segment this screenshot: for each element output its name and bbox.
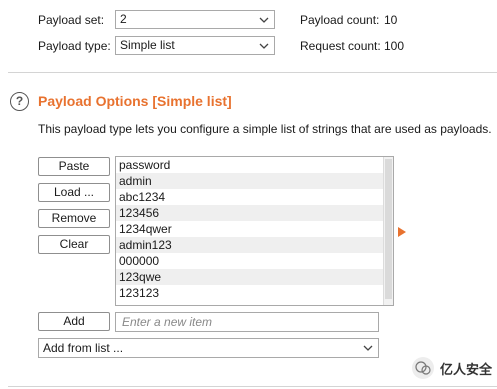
payload-list-rows: password admin abc1234 123456 1234qwer admin1… — [116, 157, 393, 301]
payload-type-label: Payload type: — [38, 39, 111, 53]
payload-set-value: 2 — [120, 12, 127, 26]
add-button[interactable]: Add — [38, 312, 110, 331]
payload-list[interactable]: password admin abc1234 123456 1234qwer admin1… — [115, 156, 394, 306]
section-title: Payload Options [Simple list] — [38, 93, 232, 109]
list-item[interactable]: 000000 — [116, 253, 393, 269]
list-item[interactable]: 1234qwer — [116, 221, 393, 237]
watermark-text: 亿人安全 — [440, 362, 493, 378]
list-item[interactable]: password — [116, 157, 393, 173]
payload-type-select[interactable]: Simple list — [115, 36, 275, 55]
payload-set-label: Payload set: — [38, 13, 105, 27]
add-from-list-value: Add from list ... — [43, 341, 124, 355]
chevron-down-icon — [259, 17, 269, 23]
section-divider — [8, 72, 497, 73]
request-count-value: 100 — [384, 39, 405, 53]
payload-type-value: Simple list — [120, 38, 175, 52]
remove-button[interactable]: Remove — [38, 209, 110, 228]
request-count-label: Request count: — [300, 39, 381, 53]
wechat-logo-icon — [412, 357, 434, 379]
watermark: 亿人安全 — [412, 357, 492, 379]
payload-count-label: Payload count: — [300, 13, 380, 27]
section-description: This payload type lets you configure a s… — [38, 122, 492, 136]
chevron-down-icon — [363, 345, 373, 351]
list-item[interactable]: abc1234 — [116, 189, 393, 205]
list-item[interactable]: 123123 — [116, 285, 393, 301]
list-scrollbar-thumb[interactable] — [385, 159, 392, 299]
list-item[interactable]: admin123 — [116, 237, 393, 253]
expand-arrow-icon[interactable] — [398, 227, 406, 237]
payload-set-select[interactable]: 2 — [115, 10, 275, 29]
list-item[interactable]: 123qwe — [116, 269, 393, 285]
help-icon[interactable]: ? — [10, 92, 29, 111]
list-item[interactable]: 123456 — [116, 205, 393, 221]
list-scrollbar[interactable] — [383, 157, 393, 305]
load-button[interactable]: Load ... — [38, 183, 110, 202]
chevron-down-icon — [259, 43, 269, 49]
new-item-input[interactable] — [115, 312, 379, 332]
list-item[interactable]: admin — [116, 173, 393, 189]
bottom-divider — [8, 386, 497, 387]
clear-button[interactable]: Clear — [38, 235, 110, 254]
payload-count-value: 10 — [384, 13, 398, 27]
add-from-list-select[interactable]: Add from list ... — [38, 338, 379, 358]
paste-button[interactable]: Paste — [38, 157, 110, 176]
